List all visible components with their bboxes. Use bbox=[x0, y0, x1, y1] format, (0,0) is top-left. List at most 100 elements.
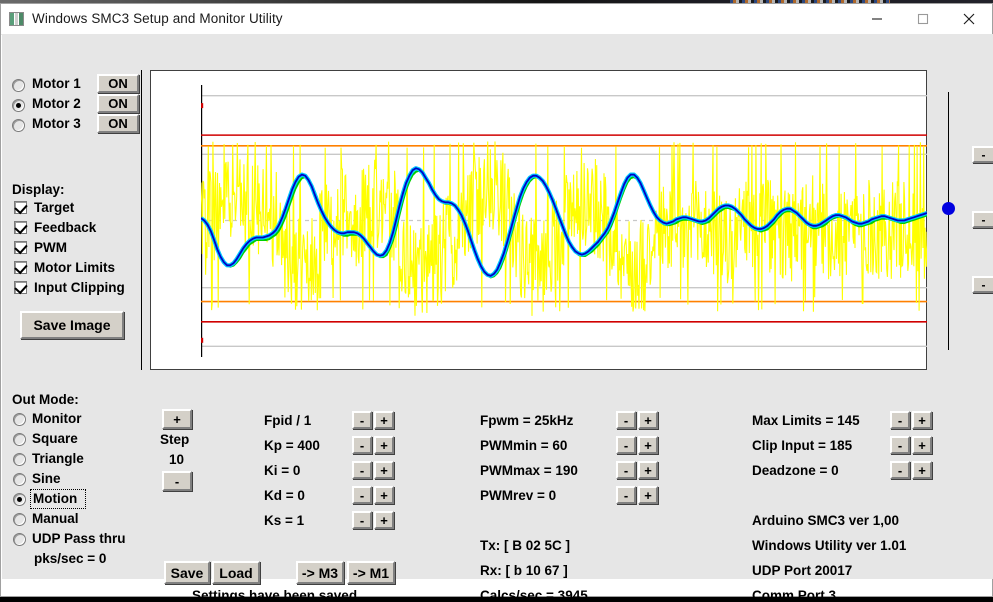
fpid-label: Fpid / 1 bbox=[264, 413, 312, 428]
label-motor-3: Motor 3 bbox=[32, 116, 81, 131]
side-button-2[interactable]: - bbox=[972, 211, 993, 228]
maximize-button[interactable] bbox=[900, 4, 946, 34]
step-decrease-button[interactable]: - bbox=[162, 471, 192, 491]
clip-input-decrease-button[interactable]: - bbox=[890, 436, 910, 454]
deadzone-increase-button[interactable]: + bbox=[912, 461, 932, 479]
client-area: Motor 1 ON Motor 2 ON Motor 3 ON Display… bbox=[2, 34, 993, 602]
step-increase-button[interactable]: + bbox=[162, 409, 192, 429]
side-button-1[interactable]: - bbox=[972, 146, 993, 163]
close-button[interactable] bbox=[946, 4, 992, 34]
motor-3-on-button[interactable]: ON bbox=[97, 114, 139, 133]
panel-divider bbox=[141, 70, 142, 370]
pwmmax-increase-button[interactable]: + bbox=[638, 461, 658, 479]
step-value: 10 bbox=[169, 452, 185, 467]
pwmrev-increase-button[interactable]: + bbox=[638, 486, 658, 504]
app-icon bbox=[9, 12, 24, 26]
load-button[interactable]: Load bbox=[212, 561, 260, 584]
radio-out-mode-udp-pass-thru[interactable] bbox=[13, 533, 26, 546]
display-heading: Display: bbox=[12, 182, 65, 197]
fpid-increase-button[interactable]: + bbox=[374, 411, 394, 429]
ks-label: Ks = 1 bbox=[264, 513, 305, 528]
arduino-version-text: Arduino SMC3 ver 1,00 bbox=[752, 513, 900, 528]
label-motor-2: Motor 2 bbox=[32, 96, 81, 111]
radio-out-mode-motion[interactable] bbox=[13, 493, 26, 506]
radio-motor-2[interactable] bbox=[12, 99, 25, 112]
clip-input-label: Clip Input = 185 bbox=[752, 438, 853, 453]
radio-out-mode-sine[interactable] bbox=[13, 473, 26, 486]
pks-per-sec-value: pks/sec = 0 bbox=[34, 551, 107, 566]
fpwm-label: Fpwm = 25kHz bbox=[480, 413, 574, 428]
max-limits-increase-button[interactable]: + bbox=[912, 411, 932, 429]
pwmrev-label: PWMrev = 0 bbox=[480, 488, 557, 503]
close-icon bbox=[963, 13, 975, 25]
pwmmin-increase-button[interactable]: + bbox=[638, 436, 658, 454]
max-limits-label: Max Limits = 145 bbox=[752, 413, 860, 428]
side-button-3[interactable]: - bbox=[972, 276, 993, 293]
max-limits-decrease-button[interactable]: - bbox=[890, 411, 910, 429]
radio-out-mode-monitor[interactable] bbox=[13, 413, 26, 426]
calcs-per-sec-value: Calcs/sec = 3945 bbox=[480, 588, 588, 602]
radio-out-mode-triangle[interactable] bbox=[13, 453, 26, 466]
radio-motor-3[interactable] bbox=[12, 119, 25, 132]
label-input-clipping: Input Clipping bbox=[34, 280, 125, 295]
window-title: Windows SMC3 Setup and Monitor Utility bbox=[32, 11, 283, 26]
kd-increase-button[interactable]: + bbox=[374, 486, 394, 504]
pwmmin-decrease-button[interactable]: - bbox=[616, 436, 636, 454]
label-pwm: PWM bbox=[34, 240, 67, 255]
settings-status-text: Settings have been saved bbox=[192, 588, 358, 602]
vertical-slider-knob[interactable] bbox=[942, 202, 955, 215]
copy-to-m1-button[interactable]: -> M1 bbox=[347, 561, 395, 584]
fpid-decrease-button[interactable]: - bbox=[352, 411, 372, 429]
checkbox-pwm[interactable] bbox=[14, 241, 27, 254]
kd-decrease-button[interactable]: - bbox=[352, 486, 372, 504]
label-out-mode-triangle: Triangle bbox=[32, 451, 84, 466]
copy-to-m3-button[interactable]: -> M3 bbox=[296, 561, 344, 584]
pwmmax-decrease-button[interactable]: - bbox=[616, 461, 636, 479]
pwmrev-decrease-button[interactable]: - bbox=[616, 486, 636, 504]
udp-port-text: UDP Port 20017 bbox=[752, 563, 853, 578]
kp-increase-button[interactable]: + bbox=[374, 436, 394, 454]
minimize-icon bbox=[872, 18, 882, 20]
label-out-mode-monitor: Monitor bbox=[32, 411, 82, 426]
save-button[interactable]: Save bbox=[164, 561, 210, 584]
ki-label: Ki = 0 bbox=[264, 463, 301, 478]
label-motor-1: Motor 1 bbox=[32, 76, 81, 91]
motor-2-on-button[interactable]: ON bbox=[97, 94, 139, 113]
checkbox-motor-limits[interactable] bbox=[14, 261, 27, 274]
main-window: Windows SMC3 Setup and Monitor Utility M… bbox=[0, 3, 993, 602]
kp-label: Kp = 400 bbox=[264, 438, 320, 453]
pwmmax-label: PWMmax = 190 bbox=[480, 463, 578, 478]
deadzone-label: Deadzone = 0 bbox=[752, 463, 839, 478]
step-label: Step bbox=[160, 432, 190, 447]
kd-label: Kd = 0 bbox=[264, 488, 305, 503]
checkbox-target[interactable] bbox=[14, 201, 27, 214]
ks-decrease-button[interactable]: - bbox=[352, 511, 372, 529]
radio-motor-1[interactable] bbox=[12, 79, 25, 92]
label-target: Target bbox=[34, 200, 75, 215]
clip-input-increase-button[interactable]: + bbox=[912, 436, 932, 454]
ki-decrease-button[interactable]: - bbox=[352, 461, 372, 479]
kp-decrease-button[interactable]: - bbox=[352, 436, 372, 454]
minimize-button[interactable] bbox=[854, 4, 900, 34]
fpwm-increase-button[interactable]: + bbox=[638, 411, 658, 429]
utility-version-text: Windows Utility ver 1.01 bbox=[752, 538, 907, 553]
motor-1-on-button[interactable]: ON bbox=[97, 74, 139, 93]
checkbox-input-clipping[interactable] bbox=[14, 281, 27, 294]
fpwm-decrease-button[interactable]: - bbox=[616, 411, 636, 429]
radio-out-mode-square[interactable] bbox=[13, 433, 26, 446]
radio-out-mode-manual[interactable] bbox=[13, 513, 26, 526]
graph-panel bbox=[150, 70, 927, 370]
plot-area bbox=[201, 85, 927, 357]
label-feedback: Feedback bbox=[34, 220, 97, 235]
label-out-mode-udp-pass-thru: UDP Pass thru bbox=[32, 531, 126, 546]
checkbox-feedback[interactable] bbox=[14, 221, 27, 234]
deadzone-decrease-button[interactable]: - bbox=[890, 461, 910, 479]
title-bar: Windows SMC3 Setup and Monitor Utility bbox=[1, 4, 992, 35]
save-image-button[interactable]: Save Image bbox=[20, 311, 124, 339]
label-out-mode-square: Square bbox=[32, 431, 78, 446]
ks-increase-button[interactable]: + bbox=[374, 511, 394, 529]
label-out-mode-sine: Sine bbox=[32, 471, 61, 486]
ki-increase-button[interactable]: + bbox=[374, 461, 394, 479]
label-out-mode-manual: Manual bbox=[32, 511, 79, 526]
vertical-slider-track[interactable] bbox=[948, 92, 949, 350]
